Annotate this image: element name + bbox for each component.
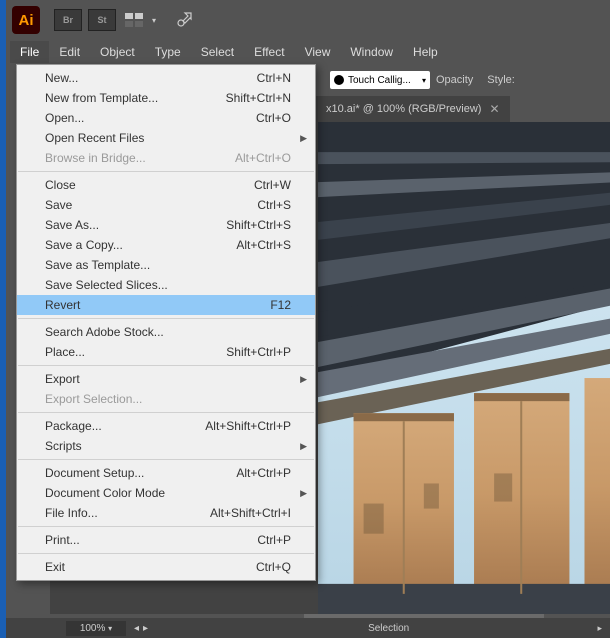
- menu-select[interactable]: Select: [191, 41, 244, 63]
- menu-edit[interactable]: Edit: [49, 41, 90, 63]
- nav-prev-icon[interactable]: ◂: [134, 623, 139, 634]
- menu-print[interactable]: Print...Ctrl+P: [17, 530, 315, 550]
- menu-save-as[interactable]: Save As...Shift+Ctrl+S: [17, 215, 315, 235]
- status-arrow-icon[interactable]: ▸: [597, 623, 602, 634]
- document-image: [318, 122, 610, 614]
- menu-type[interactable]: Type: [145, 41, 191, 63]
- menubar: File Edit Object Type Select Effect View…: [6, 40, 610, 64]
- menu-new-from-template[interactable]: New from Template...Shift+Ctrl+N: [17, 88, 315, 108]
- brush-preview-icon: [334, 75, 344, 85]
- menu-save-copy[interactable]: Save a Copy...Alt+Ctrl+S: [17, 235, 315, 255]
- file-menu-dropdown: New...Ctrl+N New from Template...Shift+C…: [16, 64, 316, 581]
- app-window: Ai Br St ▾ File Edit Object Type Select …: [6, 0, 610, 638]
- menu-exit[interactable]: ExitCtrl+Q: [17, 557, 315, 577]
- menu-color-mode[interactable]: Document Color Mode▶: [17, 483, 315, 503]
- dropdown-arrow-icon: ▾: [422, 76, 426, 85]
- menu-separator: [18, 412, 314, 413]
- opacity-label: Opacity: [436, 74, 473, 86]
- menu-new[interactable]: New...Ctrl+N: [17, 68, 315, 88]
- status-selection-label: Selection: [368, 623, 409, 634]
- menu-separator: [18, 171, 314, 172]
- brush-name: Touch Callig...: [348, 75, 411, 86]
- menu-save-template[interactable]: Save as Template...: [17, 255, 315, 275]
- chevron-right-icon: ▶: [300, 133, 307, 144]
- menu-export[interactable]: Export▶: [17, 369, 315, 389]
- menu-view[interactable]: View: [295, 41, 341, 63]
- dropdown-arrow-icon[interactable]: ▾: [152, 16, 156, 25]
- menu-file[interactable]: File: [10, 41, 49, 63]
- zoom-level[interactable]: 100% ▾: [66, 621, 126, 636]
- util-icon[interactable]: [172, 12, 196, 28]
- menu-object[interactable]: Object: [90, 41, 145, 63]
- menu-place[interactable]: Place...Shift+Ctrl+P: [17, 342, 315, 362]
- menu-separator: [18, 365, 314, 366]
- chevron-right-icon: ▶: [300, 441, 307, 452]
- menu-save-slices[interactable]: Save Selected Slices...: [17, 275, 315, 295]
- style-label: Style:: [487, 74, 515, 86]
- menu-separator: [18, 318, 314, 319]
- menu-document-setup[interactable]: Document Setup...Alt+Ctrl+P: [17, 463, 315, 483]
- menu-close[interactable]: CloseCtrl+W: [17, 175, 315, 195]
- chevron-right-icon: ▶: [300, 488, 307, 499]
- menu-export-selection[interactable]: Export Selection...: [17, 389, 315, 409]
- menu-browse-bridge[interactable]: Browse in Bridge...Alt+Ctrl+O: [17, 148, 315, 168]
- statusbar: 100% ▾ ◂ ▸ Selection ▸: [6, 618, 610, 638]
- app-logo[interactable]: Ai: [12, 6, 40, 34]
- arrange-icon[interactable]: [122, 12, 146, 28]
- close-icon[interactable]: ✕: [489, 102, 499, 116]
- menu-search-stock[interactable]: Search Adobe Stock...: [17, 322, 315, 342]
- brush-preset-dropdown[interactable]: Touch Callig... ▾: [330, 71, 430, 89]
- titlebar: Ai Br St ▾: [6, 0, 610, 40]
- menu-open-recent[interactable]: Open Recent Files▶: [17, 128, 315, 148]
- menu-open[interactable]: Open...Ctrl+O: [17, 108, 315, 128]
- chevron-right-icon: ▶: [300, 374, 307, 385]
- tab-title: x10.ai* @ 100% (RGB/Preview): [326, 103, 481, 115]
- menu-help[interactable]: Help: [403, 41, 448, 63]
- dropdown-arrow-icon: ▾: [108, 624, 112, 633]
- menu-separator: [18, 459, 314, 460]
- menu-window[interactable]: Window: [340, 41, 403, 63]
- document-tab[interactable]: x10.ai* @ 100% (RGB/Preview) ✕: [316, 96, 510, 122]
- menu-revert[interactable]: RevertF12: [17, 295, 315, 315]
- menu-separator: [18, 553, 314, 554]
- menu-scripts[interactable]: Scripts▶: [17, 436, 315, 456]
- menu-save[interactable]: SaveCtrl+S: [17, 195, 315, 215]
- menu-file-info[interactable]: File Info...Alt+Shift+Ctrl+I: [17, 503, 315, 523]
- menu-separator: [18, 526, 314, 527]
- menu-effect[interactable]: Effect: [244, 41, 294, 63]
- stock-icon[interactable]: St: [88, 9, 116, 31]
- nav-next-icon[interactable]: ▸: [143, 623, 148, 634]
- bridge-icon[interactable]: Br: [54, 9, 82, 31]
- menu-package[interactable]: Package...Alt+Shift+Ctrl+P: [17, 416, 315, 436]
